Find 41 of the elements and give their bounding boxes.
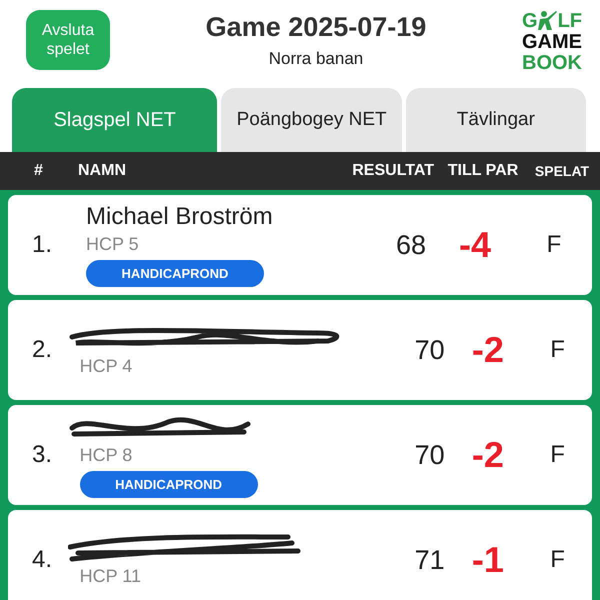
to-par: -2 — [470, 434, 505, 476]
player-name: Michael Broström — [86, 203, 273, 231]
played-status: F — [549, 336, 566, 364]
played-status: F — [549, 441, 566, 469]
player-card[interactable]: 4. HCP 11 71 -1 F — [8, 510, 592, 600]
handicap-round-tag: HANDICAPROND — [80, 471, 258, 498]
to-par: -2 — [470, 329, 505, 371]
position: 4. — [31, 546, 54, 574]
column-header: SPELAT — [534, 163, 590, 179]
handicap: HCP 4 — [80, 356, 132, 377]
result: 70 — [414, 440, 445, 470]
handicap: HCP 11 — [80, 566, 141, 587]
player-card[interactable]: 1. Michael Broström HCP 5 HANDICAPROND 68 -4 F — [8, 195, 592, 295]
golfer-icon — [538, 10, 558, 32]
handicap-round-tag: HANDICAPROND — [86, 260, 264, 287]
game-title: Game 2025-07-19 — [206, 12, 426, 43]
to-par: -4 — [458, 224, 492, 266]
played-status: F — [546, 231, 562, 259]
column-header: TILL PAR — [446, 162, 520, 180]
logo-text: LF — [558, 10, 582, 32]
handicap: HCP 8 — [80, 445, 132, 466]
played-status: F — [549, 546, 566, 574]
position: 2. — [31, 336, 54, 364]
result: 71 — [414, 544, 445, 576]
column-header: NAMN — [78, 162, 127, 180]
result: 68 — [394, 230, 426, 260]
logo-text: G — [522, 10, 538, 32]
position: 3. — [31, 441, 54, 469]
tab[interactable]: Poängbogey NET — [221, 88, 402, 152]
column-header: RESULTAT — [351, 162, 434, 180]
tab[interactable]: Tävlingar — [406, 88, 586, 152]
column-header: # — [33, 162, 44, 180]
to-par: -1 — [470, 539, 505, 581]
player-card[interactable]: 3. HCP 8 HANDICAPROND 70 -2 F — [8, 405, 592, 505]
logo-text: BOOK — [522, 53, 583, 74]
logo-text: GAME — [522, 32, 583, 53]
player-card[interactable]: 2. HCP 4 70 -2 F — [8, 300, 592, 400]
course-name: Norra banan — [268, 49, 364, 69]
position: 1. — [31, 231, 54, 259]
handicap: HCP 5 — [86, 234, 139, 255]
result: 70 — [414, 334, 445, 366]
